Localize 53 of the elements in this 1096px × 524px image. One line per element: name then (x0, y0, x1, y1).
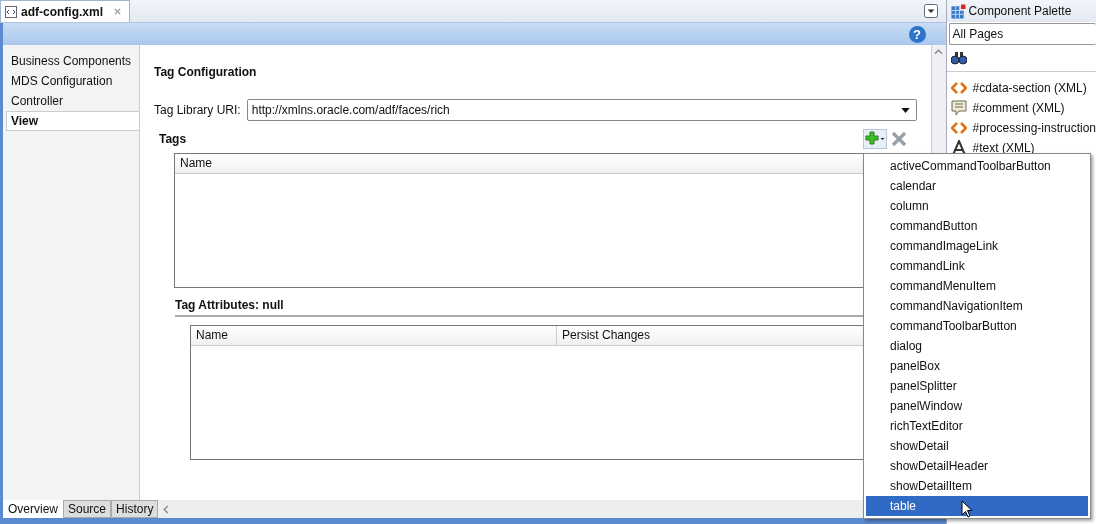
menu-item[interactable]: commandMenuItem (866, 276, 1088, 296)
text-icon (950, 140, 967, 156)
menu-item[interactable]: panelBox (866, 356, 1088, 376)
menu-item[interactable]: calendar (866, 176, 1088, 196)
menu-item[interactable]: showDetailHeader (866, 456, 1088, 476)
menu-item[interactable]: commandToolbarButton (866, 316, 1088, 336)
palette-item[interactable]: #comment (XML) (972, 101, 1065, 115)
menu-item[interactable]: dialog (866, 336, 1088, 356)
menu-item[interactable]: commandButton (866, 216, 1088, 236)
menu-item[interactable]: showDetailItem (866, 476, 1088, 496)
sidebar-item[interactable]: View (6, 111, 139, 131)
dropdown-arrow-icon (900, 107, 910, 113)
tab-list-icon[interactable] (923, 4, 938, 18)
menu-item[interactable]: panelWindow (866, 396, 1088, 416)
menu-item[interactable]: activeCommandToolbarButton (866, 156, 1088, 176)
uri-combo-box[interactable]: http://xmlns.oracle.com/adf/faces/rich (246, 99, 917, 121)
help-icon[interactable]: ? (908, 25, 926, 43)
add-icon[interactable] (862, 129, 887, 149)
sidebar-item[interactable]: Controller (3, 91, 139, 111)
editor-tab[interactable]: Overview (3, 500, 63, 518)
menu-item[interactable]: commandNavigationItem (866, 296, 1088, 316)
sidebar-item[interactable]: Business Components (3, 51, 139, 71)
close-icon[interactable] (114, 8, 121, 15)
panel-title: Component Palette (968, 4, 1072, 18)
menu-item[interactable]: column (866, 196, 1088, 216)
menu-item[interactable]: commandImageLink (866, 236, 1088, 256)
palette-item[interactable]: #cdata-section (XML) (972, 81, 1087, 95)
comment-icon (950, 100, 967, 116)
section-title: Tag Configuration (154, 65, 258, 79)
xml-tag-icon (950, 121, 967, 135)
delete-icon[interactable] (890, 131, 907, 147)
field-label: Tag Library URI: (154, 103, 241, 117)
page-selector[interactable]: All Pages (948, 23, 1096, 45)
xml-file-icon (5, 5, 17, 18)
grid-icon (950, 3, 966, 19)
palette-item[interactable]: #text (XML) (972, 141, 1035, 155)
file-tab[interactable]: adf-config.xml (0, 0, 130, 22)
menu-item[interactable]: panelSplitter (866, 376, 1088, 396)
binoculars-icon (950, 51, 967, 65)
xml-tag-icon (950, 81, 967, 95)
menu-item[interactable]: commandLink (866, 256, 1088, 276)
editor-tab[interactable]: Source (63, 500, 112, 518)
palette-item[interactable]: #processing-instruction (972, 121, 1096, 135)
column-header[interactable]: Name (191, 326, 557, 345)
scroll-up-icon[interactable] (934, 49, 944, 55)
sidebar-item[interactable]: MDS Configuration (3, 71, 139, 91)
file-tab-title: adf-config.xml (21, 4, 103, 19)
editor-tab[interactable]: History (111, 500, 159, 518)
menu-item[interactable]: table (866, 496, 1088, 516)
section-title: Tags (159, 132, 187, 146)
menu-item[interactable]: richTextEditor (866, 416, 1088, 436)
menu-item[interactable]: showDetail (866, 436, 1088, 456)
scroll-left-icon[interactable] (163, 504, 170, 514)
